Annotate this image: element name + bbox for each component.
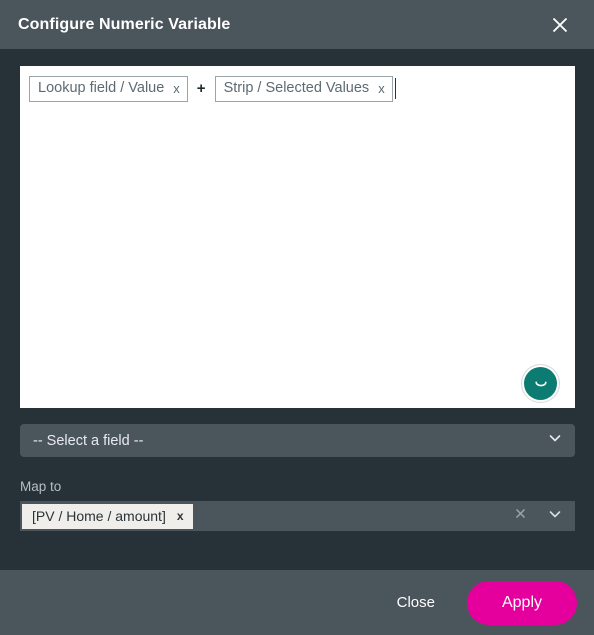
dialog-footer: Close Apply xyxy=(0,570,594,635)
apply-button[interactable]: Apply xyxy=(467,580,577,625)
map-to-field[interactable]: [PV / Home / amount] x xyxy=(20,501,575,531)
chat-bubble-icon[interactable] xyxy=(524,367,557,400)
formula-token-line: Lookup field / Value x + Strip / Selecte… xyxy=(29,76,566,102)
map-to-label: Map to xyxy=(20,479,62,494)
configure-numeric-variable-dialog: Configure Numeric Variable Lookup field … xyxy=(0,0,594,635)
map-to-dropdown-button[interactable] xyxy=(548,507,562,526)
dialog-title: Configure Numeric Variable xyxy=(18,15,231,33)
formula-token-label: Strip / Selected Values xyxy=(223,80,370,96)
formula-editor[interactable]: Lookup field / Value x + Strip / Selecte… xyxy=(20,66,575,408)
close-icon xyxy=(514,507,527,525)
map-to-chip-label: [PV / Home / amount] xyxy=(32,508,166,524)
formula-token-remove-icon[interactable]: x xyxy=(378,82,385,95)
chevron-down-icon xyxy=(548,507,562,526)
map-to-clear-button[interactable] xyxy=(514,507,527,525)
close-button[interactable]: Close xyxy=(387,586,445,619)
map-to-field-icons xyxy=(514,507,562,526)
formula-token-remove-icon[interactable]: x xyxy=(173,82,180,95)
formula-token[interactable]: Strip / Selected Values x xyxy=(214,76,393,102)
map-to-chip-remove-icon[interactable]: x xyxy=(177,509,184,523)
dialog-header: Configure Numeric Variable xyxy=(0,0,594,49)
close-icon xyxy=(550,15,570,35)
formula-token[interactable]: Lookup field / Value x xyxy=(29,76,188,102)
close-dialog-button[interactable] xyxy=(545,10,575,40)
formula-token-label: Lookup field / Value xyxy=(38,80,165,96)
map-to-chip[interactable]: [PV / Home / amount] x xyxy=(22,503,193,529)
text-caret xyxy=(394,78,396,100)
field-select[interactable]: -- Select a field -- xyxy=(20,424,575,457)
field-select-value: -- Select a field -- xyxy=(33,432,144,449)
formula-operator: + xyxy=(196,80,206,98)
chevron-down-icon xyxy=(548,431,562,450)
dialog-body: Lookup field / Value x + Strip / Selecte… xyxy=(0,49,594,570)
